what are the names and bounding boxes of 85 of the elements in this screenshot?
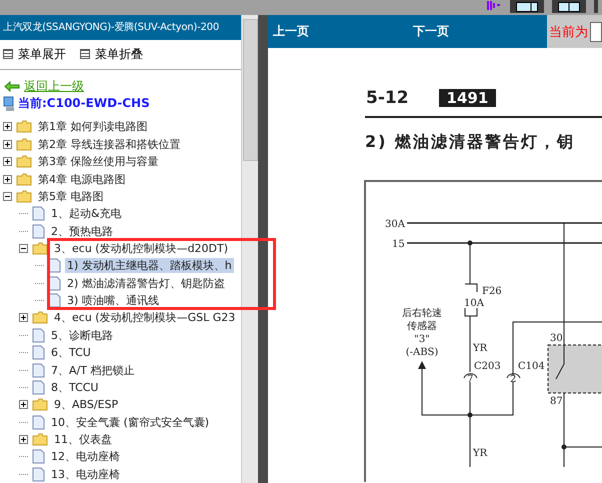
document-icon [32,345,45,360]
document-icon [32,224,45,239]
back-link[interactable]: 返回上一级 [24,78,84,96]
diagram-label: YR [473,343,488,354]
diagram-label: 传感器 [407,321,437,332]
folder-icon [16,155,32,168]
previous-page-link[interactable]: 上一页 [273,23,309,40]
diagram-label: YR [473,448,488,459]
tree-item[interactable]: 2) 燃油滤清器警告灯、钥匙防盗 [65,276,227,291]
expand-toggle[interactable] [3,122,12,132]
tree-item[interactable]: 1) 发动机主继电器、踏板模块、h [65,258,234,274]
diagram-label: (-ABS) [406,347,438,358]
section-number: 5-12 [366,88,409,108]
expand-toggle[interactable] [19,313,28,322]
collapse-toggle[interactable] [19,244,28,253]
folder-icon [16,138,32,151]
tree-item[interactable]: 第4章 电源电路图 [36,172,128,187]
document-icon [32,362,45,378]
tree-item[interactable]: 11、仪表盘 [52,432,114,447]
diagram-label: 7 [467,374,474,385]
tree-item[interactable]: 8、TCCU [49,380,100,395]
page-heading: 2) 燃油滤清器警告灯，钥 [364,131,576,153]
window-button[interactable] [510,0,544,13]
document-icon [32,414,45,430]
sidebar-title: 上汽双龙(SSANGYONG)-爱腾(SUV-Actyon)-200 [0,15,241,40]
tree-item[interactable]: 第5章 电路图 [36,188,106,204]
document-icon [48,258,61,274]
folder-icon [16,190,32,203]
expand-toggle[interactable] [19,400,28,410]
document-icon [32,380,45,395]
diagram-label: 15 [392,239,405,250]
bars-icon [486,0,502,10]
tree-item[interactable]: 6、TCU [49,345,93,360]
folder-icon [32,398,48,412]
tree-item[interactable]: 5、诊断电路 [49,328,115,343]
left-arrow-icon [4,81,20,92]
diagram-label: F26 [482,286,502,297]
tree-item[interactable]: 1、起动&充电 [49,206,124,222]
document-icon [32,449,45,464]
tree-item[interactable]: 3、ecu (发动机控制模块—d20DT) [52,240,230,256]
collapse-toggle[interactable] [3,192,12,201]
tree-item[interactable]: 9、ABS/ESP [52,397,120,412]
window-button[interactable] [552,0,586,13]
tree-item[interactable]: 4、ecu (发动机控制模块—GSL G23 [52,310,238,326]
diagram-label: C203 [474,361,501,372]
tree-item[interactable]: 第2章 导线连接器和搭铁位置 [36,136,182,152]
diagram-label: 30A [385,219,405,230]
expand-toggle[interactable] [19,434,28,444]
document-icon [32,206,45,222]
tree-item[interactable]: 12、电动座椅 [49,449,122,464]
scrollbar[interactable] [241,15,258,483]
expand-toggle[interactable] [3,157,12,166]
tree-item[interactable]: 10、安全气囊 (窗帘式安全气囊) [49,414,212,430]
diagram-label: 10A [464,298,484,309]
folder-icon [16,172,32,186]
document-icon [32,466,45,482]
menu-toggle[interactable]: 菜单展开 [3,46,66,63]
folder-icon [32,432,48,446]
document-icon [48,293,61,308]
diagram-label: C104 [518,361,545,372]
folder-icon [16,120,32,134]
document-icon [32,328,45,343]
expand-toggle[interactable] [3,140,12,149]
tree-item[interactable]: 第1章 如何判读电路图 [36,119,150,134]
current-page-label: 当前为 [549,24,588,40]
page-number-field[interactable] [590,22,602,42]
current-path: 当前:C100-EWD-CHS [18,95,150,112]
next-page-link[interactable]: 下一页 [413,23,449,40]
document-icon [48,276,61,291]
diagram-label: "3" [414,334,430,345]
diagram-label: 87 [550,396,563,407]
page-number: 1491 [438,89,496,107]
tree-item[interactable]: 第3章 保险丝使用与容量 [36,154,160,170]
folder-icon [32,242,48,255]
diagram-label: 30 [550,333,563,344]
computer-icon [2,96,16,112]
tree-item[interactable]: 13、电动座椅 [49,466,122,482]
tree-item[interactable]: 7、A/T 档把锁止 [49,362,136,378]
tree-item[interactable]: 2、预热电路 [49,224,115,239]
folder-icon [32,311,48,324]
menu-toggle[interactable]: 菜单折叠 [80,46,143,63]
expand-toggle[interactable] [3,174,12,184]
diagram-label: 2 [510,374,516,385]
tree-item[interactable]: 3) 喷油嘴、通讯线 [65,293,161,308]
diagram-label: 后右轮速 [402,308,442,319]
